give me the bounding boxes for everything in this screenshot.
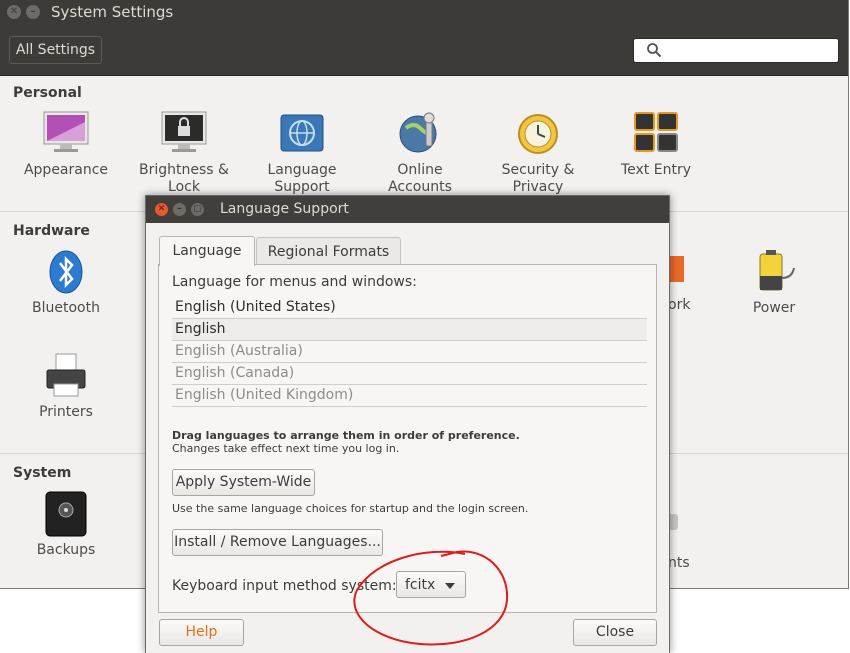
search-icon — [647, 43, 662, 58]
text-entry-icon — [632, 110, 680, 158]
all-settings-button[interactable]: All Settings — [9, 36, 102, 64]
tile-label: Brightness & Lock — [139, 162, 229, 195]
tile-label: Security & Privacy — [501, 162, 575, 195]
tile-online-accounts[interactable]: Online Accounts — [361, 110, 479, 196]
backups-icon — [42, 490, 90, 538]
close-window-icon[interactable]: ✕ — [7, 5, 21, 19]
tile-language-support[interactable]: Language Support — [243, 110, 361, 196]
tile-security-privacy[interactable]: Security & Privacy — [479, 110, 597, 196]
keyboard-input-value: fcitx — [405, 577, 436, 593]
keyboard-input-select[interactable]: fcitx — [396, 571, 466, 598]
search-input[interactable] — [633, 38, 839, 63]
tile-printers[interactable]: Printers — [7, 352, 125, 421]
tile-appearance[interactable]: Appearance — [7, 110, 125, 179]
tile-label: Text Entry — [620, 162, 691, 178]
printer-icon — [42, 352, 90, 400]
tile-bluetooth[interactable]: Bluetooth — [7, 248, 125, 317]
keyboard-input-label: Keyboard input method system: — [172, 578, 397, 594]
partial-label: ork — [668, 297, 691, 313]
section-personal: Personal — [13, 85, 82, 101]
tile-text-entry[interactable]: Text Entry — [597, 110, 715, 179]
tile-label: Appearance — [23, 162, 109, 178]
power-icon — [750, 248, 798, 296]
language-tab-panel: Language for menus and windows: English … — [158, 264, 657, 613]
language-support-icon — [278, 110, 326, 158]
brightness-lock-icon — [160, 110, 208, 158]
language-item[interactable]: English — [172, 319, 647, 341]
tile-label: Online Accounts — [388, 162, 452, 195]
window-title: System Settings — [51, 3, 174, 21]
close-button[interactable]: Close — [573, 619, 657, 646]
tile-brightness-lock[interactable]: Brightness & Lock — [125, 110, 243, 196]
language-item[interactable]: English (United States) — [172, 297, 647, 319]
tile-label: Printers — [39, 404, 93, 420]
section-system: System — [13, 465, 72, 481]
language-list: English (United States) English English … — [172, 297, 647, 407]
chevron-down-icon — [445, 583, 455, 589]
settings-titlebar: ✕ – System Settings — [0, 0, 848, 25]
security-privacy-icon — [514, 110, 562, 158]
tile-label: Backups — [36, 542, 96, 558]
minimize-dialog-icon[interactable]: – — [173, 203, 186, 216]
tile-power[interactable]: Power — [715, 248, 833, 317]
maximize-dialog-icon[interactable]: ▢ — [191, 203, 204, 216]
minimize-window-icon[interactable]: – — [26, 5, 40, 19]
apply-system-wide-button[interactable]: Apply System-Wide — [172, 469, 315, 496]
dialog-titlebar: ✕ – ▢ Language Support — [146, 196, 669, 223]
network-icon-partial — [668, 256, 684, 282]
language-item[interactable]: English (United Kingdom) — [172, 385, 647, 407]
drag-instruction: Drag languages to arrange them in order … — [172, 429, 520, 442]
settings-toolbar: All Settings — [0, 25, 848, 76]
close-dialog-icon[interactable]: ✕ — [155, 203, 168, 216]
change-note: Changes take effect next time you log in… — [172, 442, 400, 455]
partial-label: nts — [668, 555, 690, 571]
tile-label: Power — [752, 300, 796, 316]
same-language-note: Use the same language choices for startu… — [172, 502, 529, 515]
language-list-heading: Language for menus and windows: — [172, 274, 417, 290]
install-remove-languages-button[interactable]: Install / Remove Languages... — [172, 529, 383, 556]
online-accounts-icon — [396, 110, 444, 158]
appearance-icon — [42, 110, 90, 158]
section-hardware: Hardware — [13, 223, 90, 239]
language-item[interactable]: English (Australia) — [172, 341, 647, 363]
tab-language[interactable]: Language — [159, 236, 255, 266]
language-item[interactable]: English (Canada) — [172, 363, 647, 385]
tile-backups[interactable]: Backups — [7, 490, 125, 559]
bluetooth-icon — [42, 248, 90, 296]
help-button[interactable]: Help — [159, 619, 244, 646]
tile-label: Language Support — [267, 162, 337, 195]
tab-regional-formats[interactable]: Regional Formats — [256, 237, 401, 266]
dialog-title: Language Support — [220, 201, 349, 217]
language-support-dialog: ✕ – ▢ Language Support Language Regional… — [145, 195, 670, 653]
tile-label: Bluetooth — [32, 300, 100, 316]
